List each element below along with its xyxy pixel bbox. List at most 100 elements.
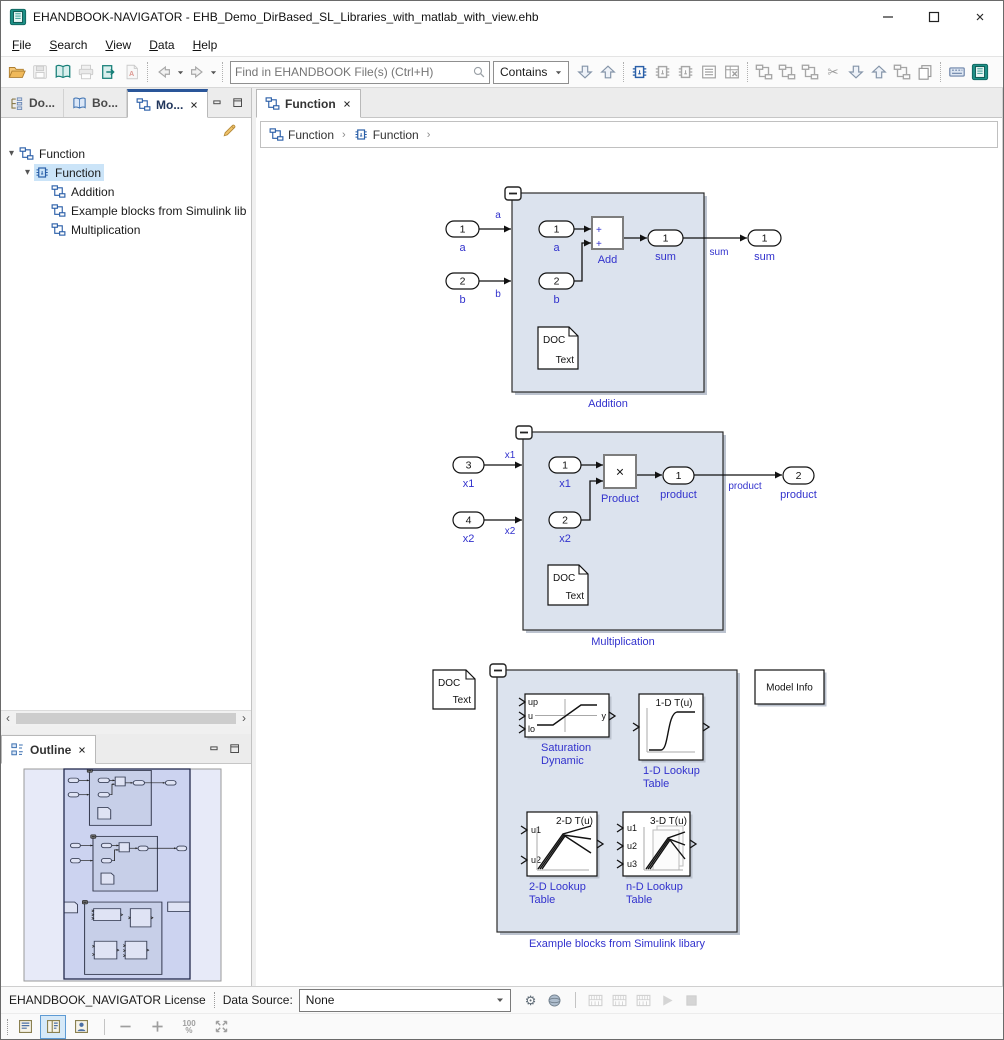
tree-item-body[interactable]: Function (18, 145, 88, 162)
close-book-button[interactable] (97, 60, 120, 84)
menu-file[interactable]: File (3, 36, 40, 54)
block-remove-button[interactable] (752, 60, 775, 84)
nav-back-dropdown-caret[interactable] (175, 60, 185, 84)
block-model-info[interactable]: Model Info (755, 670, 827, 707)
block-doc[interactable]: DOCText (538, 327, 578, 369)
focus-block-button[interactable] (628, 60, 651, 84)
block-1-d-lookup-table[interactable]: 1-D T(u)1-D LookupTable (633, 694, 709, 790)
collapse-minus-icon[interactable] (516, 426, 532, 439)
collapse-minus-icon[interactable] (505, 187, 521, 200)
scroll-right-icon[interactable]: › (237, 712, 251, 725)
find-input[interactable] (231, 65, 472, 79)
block-matlab-button[interactable] (651, 60, 674, 84)
document-view-button[interactable] (12, 1015, 38, 1039)
tree-item-body[interactable]: Multiplication (50, 221, 143, 238)
tree-item-body[interactable]: Addition (50, 183, 117, 200)
breadcrumb-item-function[interactable]: Function (354, 127, 419, 142)
paste-up-button[interactable] (867, 60, 890, 84)
close-tab-icon[interactable] (77, 745, 87, 755)
find-next-button[interactable] (573, 60, 596, 84)
port-b-2[interactable]: 2b (446, 273, 479, 306)
signal-wire[interactable]: x2 (484, 517, 522, 538)
paste-down-button[interactable] (844, 60, 867, 84)
menu-help[interactable]: Help (184, 36, 227, 54)
save-button[interactable] (28, 60, 51, 84)
play-button[interactable] (656, 989, 680, 1011)
menu-view[interactable]: View (96, 36, 140, 54)
cut-button[interactable] (821, 60, 844, 84)
tab-mo[interactable]: Mo... (127, 89, 208, 118)
block-add-button[interactable] (775, 60, 798, 84)
port-product-2[interactable]: 2product (780, 467, 817, 501)
nav-forward-dropdown-caret[interactable] (208, 60, 218, 84)
port-a-1[interactable]: 1a (446, 221, 479, 254)
open-file-button[interactable] (5, 60, 28, 84)
close-tab-icon[interactable] (342, 99, 352, 109)
tab-do[interactable]: Do... (1, 89, 64, 117)
collapse-minus-icon[interactable] (490, 664, 506, 677)
close-button[interactable] (957, 1, 1003, 33)
person-view-button[interactable] (68, 1015, 94, 1039)
maximize-panel-button[interactable] (228, 93, 248, 113)
minimize-button[interactable] (865, 1, 911, 33)
list-view-button[interactable] (697, 60, 720, 84)
signal-wire[interactable]: x1 (484, 450, 522, 469)
virtual-keyboard-button[interactable] (945, 60, 968, 84)
port-x1-3[interactable]: 3x1 (453, 457, 484, 490)
tab-function[interactable]: Function (256, 89, 361, 118)
scroll-left-icon[interactable]: ‹ (1, 712, 15, 725)
chevron-expanded-icon[interactable]: ▾ (5, 148, 18, 159)
block-search-button[interactable] (890, 60, 913, 84)
print-button[interactable] (74, 60, 97, 84)
model-canvas[interactable]: AdditionMultiplicationExample blocks fro… (256, 151, 1002, 986)
menu-data[interactable]: Data (140, 36, 183, 54)
find-previous-button[interactable] (596, 60, 619, 84)
minimize-panel-button[interactable] (205, 739, 225, 759)
tree-item-function[interactable]: ▾Function (1, 144, 251, 163)
chevron-expanded-icon[interactable]: ▾ (21, 167, 34, 178)
contains-dropdown[interactable]: Contains (493, 61, 569, 84)
data-source-dropdown[interactable]: None (299, 989, 511, 1012)
signal-wire[interactable]: b (479, 278, 511, 301)
tree-item-addition[interactable]: Addition (1, 182, 251, 201)
table-close-button[interactable] (720, 60, 743, 84)
tab-bo[interactable]: Bo... (64, 89, 127, 117)
copy-button[interactable] (913, 60, 936, 84)
port-x2-4[interactable]: 4x2 (453, 512, 484, 545)
export-pdf-button[interactable] (120, 60, 143, 84)
tab-outline[interactable]: Outline (1, 735, 96, 764)
tree-item-body[interactable]: Example blocks from Simulink lib (50, 202, 249, 219)
outline-thumbnail[interactable]: AdditionMultiplicationExample blocks fro… (1, 764, 251, 986)
measure-button[interactable] (584, 989, 608, 1011)
block-product[interactable]: ×Product (601, 455, 639, 505)
tree-item-body[interactable]: Function (34, 164, 104, 181)
table-sync-button[interactable] (632, 989, 656, 1011)
stop-button[interactable] (680, 989, 704, 1011)
zoom-100-button[interactable]: 100% (177, 1016, 201, 1038)
tree-item-multiplication[interactable]: Multiplication (1, 220, 251, 239)
settings-gear-button[interactable] (519, 989, 543, 1011)
tree-item-example-blocks-from-simulink-lib[interactable]: Example blocks from Simulink lib (1, 201, 251, 220)
maximize-button[interactable] (911, 1, 957, 33)
port-sum-1[interactable]: 1sum (748, 230, 781, 263)
breadcrumb-item-function[interactable]: Function (269, 127, 334, 142)
close-tab-icon[interactable] (189, 100, 199, 110)
tree-item-function[interactable]: ▾Function (1, 163, 251, 182)
signal-wire[interactable]: a (479, 210, 511, 233)
block-code-button[interactable] (674, 60, 697, 84)
minimize-panel-button[interactable] (208, 93, 228, 113)
edit-pencil-icon[interactable] (222, 123, 237, 138)
tree-hscrollbar[interactable]: ‹ › (1, 710, 251, 726)
new-window-button[interactable] (968, 60, 991, 84)
menu-search[interactable]: Search (40, 36, 96, 54)
nav-back-button[interactable] (152, 60, 175, 84)
block-disable-button[interactable] (798, 60, 821, 84)
open-book-button[interactable] (51, 60, 74, 84)
fit-view-button[interactable] (209, 1016, 233, 1038)
data-sphere-button[interactable] (543, 989, 567, 1011)
split-view-button[interactable] (40, 1015, 66, 1039)
block-doc[interactable]: DOCText (548, 565, 588, 605)
zoom-in-button[interactable] (145, 1016, 169, 1038)
measure-close-button[interactable] (608, 989, 632, 1011)
maximize-panel-button[interactable] (225, 739, 245, 759)
